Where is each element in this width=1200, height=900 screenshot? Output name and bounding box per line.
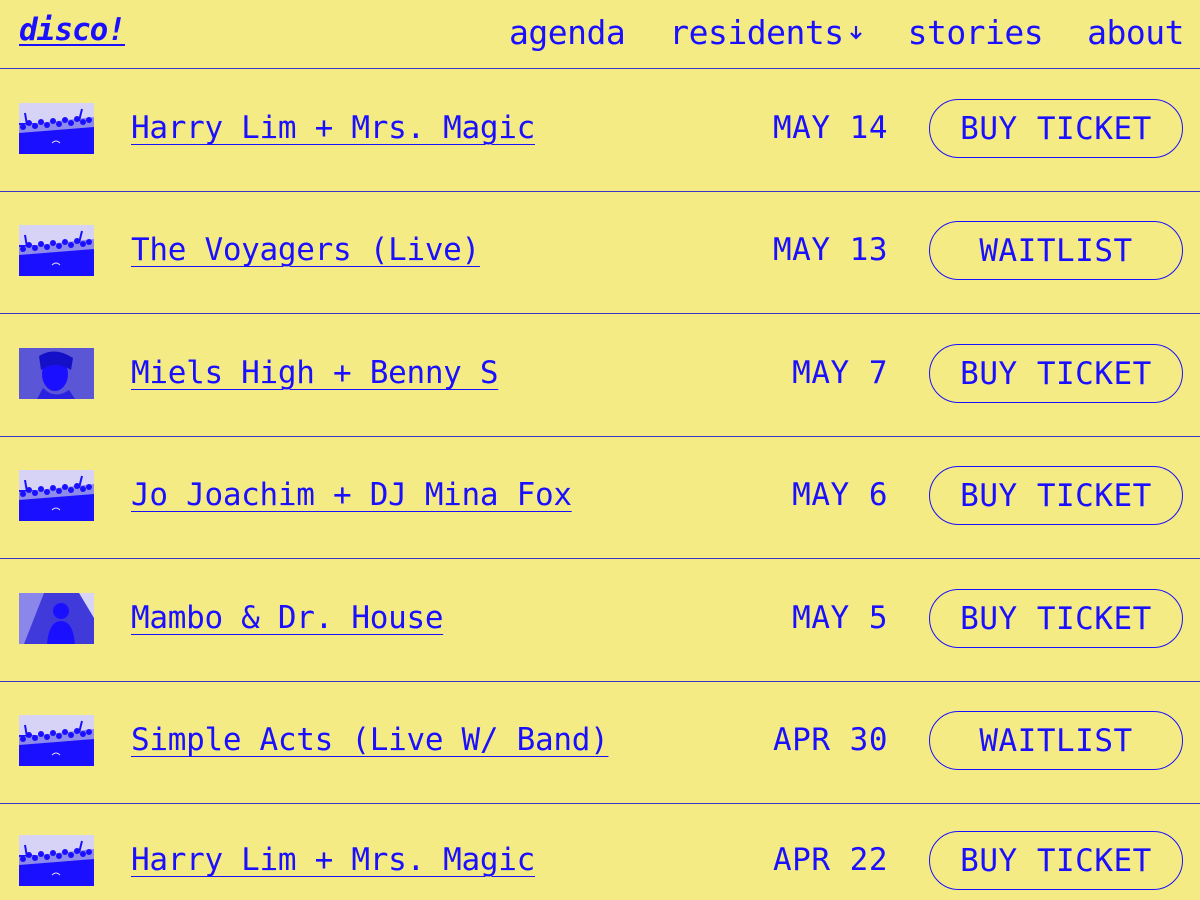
site-header: disco! agenda residents stories about — [0, 0, 1200, 69]
event-title-link[interactable]: Miels High + Benny S — [131, 355, 499, 391]
event-date: APR 30 — [773, 722, 888, 758]
event-thumbnail[interactable] — [19, 225, 94, 276]
event-title-link[interactable]: Harry Lim + Mrs. Magic — [131, 842, 535, 878]
event-row: Simple Acts (Live W/ Band) APR 30 WAITLIST — [0, 682, 1200, 804]
main-nav: agenda residents stories about — [509, 14, 1184, 52]
arrow-down-icon — [849, 26, 862, 40]
event-date: MAY 5 — [792, 600, 888, 636]
event-title-link[interactable]: Simple Acts (Live W/ Band) — [131, 722, 609, 758]
event-date: MAY 7 — [792, 355, 888, 391]
buy-ticket-button[interactable]: BUY TICKET — [929, 466, 1183, 525]
nav-label: stories — [907, 13, 1044, 52]
event-row: Harry Lim + Mrs. Magic MAY 14 BUY TICKET — [0, 69, 1200, 192]
buy-ticket-button[interactable]: BUY TICKET — [929, 99, 1183, 158]
event-date: APR 22 — [773, 842, 888, 878]
event-row: Mambo & Dr. House MAY 5 BUY TICKET — [0, 559, 1200, 682]
event-thumbnail[interactable] — [19, 835, 94, 886]
event-date: MAY 6 — [792, 477, 888, 513]
waitlist-button[interactable]: WAITLIST — [929, 711, 1183, 770]
site-logo[interactable]: disco! — [19, 12, 126, 48]
event-title-link[interactable]: Jo Joachim + DJ Mina Fox — [131, 477, 572, 513]
event-thumbnail[interactable] — [19, 593, 94, 644]
event-title-link[interactable]: Harry Lim + Mrs. Magic — [131, 110, 535, 146]
event-row: Jo Joachim + DJ Mina Fox MAY 6 BUY TICKET — [0, 437, 1200, 559]
waitlist-button[interactable]: WAITLIST — [929, 221, 1183, 280]
nav-agenda[interactable]: agenda — [509, 13, 626, 52]
nav-label: about — [1087, 13, 1184, 52]
nav-residents[interactable]: residents — [669, 14, 863, 52]
event-thumbnail[interactable] — [19, 715, 94, 766]
event-title-link[interactable]: Mambo & Dr. House — [131, 600, 443, 636]
buy-ticket-button[interactable]: BUY TICKET — [929, 344, 1183, 403]
event-thumbnail[interactable] — [19, 470, 94, 521]
nav-label: agenda — [509, 13, 626, 52]
event-row: The Voyagers (Live) MAY 13 WAITLIST — [0, 191, 1200, 314]
event-row: Harry Lim + Mrs. Magic APR 22 BUY TICKET — [0, 804, 1200, 900]
nav-stories[interactable]: stories — [908, 14, 1044, 52]
event-thumbnail[interactable] — [19, 103, 94, 154]
nav-label: residents — [669, 13, 844, 52]
event-title-link[interactable]: The Voyagers (Live) — [131, 232, 480, 268]
event-thumbnail[interactable] — [19, 348, 94, 399]
buy-ticket-button[interactable]: BUY TICKET — [929, 831, 1183, 890]
event-row: Miels High + Benny S MAY 7 BUY TICKET — [0, 314, 1200, 437]
buy-ticket-button[interactable]: BUY TICKET — [929, 589, 1183, 648]
event-date: MAY 14 — [773, 110, 888, 146]
event-date: MAY 13 — [773, 232, 888, 268]
nav-about[interactable]: about — [1087, 14, 1184, 52]
